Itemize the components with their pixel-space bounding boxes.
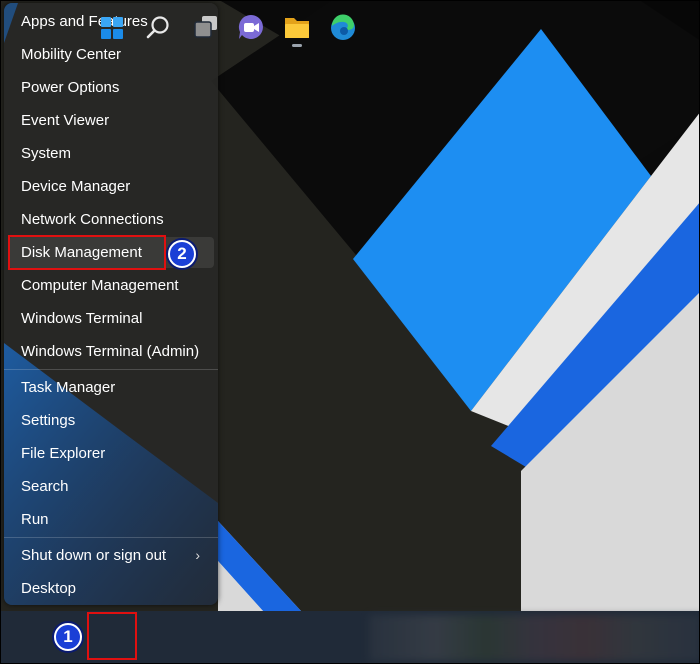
search-icon[interactable]: [138, 1, 178, 55]
menu-item-search[interactable]: Search: [8, 471, 214, 502]
edge-browser-icon[interactable]: [323, 1, 363, 55]
task-view-icon[interactable]: [186, 1, 226, 55]
menu-item-desktop[interactable]: Desktop: [8, 573, 214, 604]
menu-item-shut-down-or-sign-out[interactable]: Shut down or sign out ›: [8, 540, 214, 571]
menu-item-settings[interactable]: Settings: [8, 405, 214, 436]
menu-item-run[interactable]: Run: [8, 504, 214, 535]
disk-management-highlight-box: [8, 235, 166, 270]
menu-item-windows-terminal[interactable]: Windows Terminal: [8, 303, 214, 334]
menu-item-event-viewer[interactable]: Event Viewer: [8, 105, 214, 136]
menu-separator: [4, 369, 218, 370]
file-explorer-icon[interactable]: [277, 1, 317, 55]
menu-item-label: Shut down or sign out: [21, 547, 167, 564]
menu-item-file-explorer[interactable]: File Explorer: [8, 438, 214, 469]
start-button-highlight-box: [87, 612, 137, 660]
teams-chat-icon[interactable]: [231, 1, 271, 55]
chevron-right-icon: ›: [195, 547, 200, 563]
windows-start-icon[interactable]: [92, 1, 132, 55]
winx-context-menu: Apps and Features Mobility Center Power …: [4, 3, 218, 605]
step-2-badge: 2: [168, 240, 196, 268]
menu-item-network-connections[interactable]: Network Connections: [8, 204, 214, 235]
menu-item-windows-terminal-admin[interactable]: Windows Terminal (Admin): [8, 336, 214, 367]
menu-item-system[interactable]: System: [8, 138, 214, 169]
blurred-taskbar-area: [369, 615, 699, 661]
menu-item-task-manager[interactable]: Task Manager: [8, 372, 214, 403]
menu-separator: [4, 537, 218, 538]
step-1-badge: 1: [54, 623, 82, 651]
menu-item-computer-management[interactable]: Computer Management: [8, 270, 214, 301]
menu-item-device-manager[interactable]: Device Manager: [8, 171, 214, 202]
menu-item-power-options[interactable]: Power Options: [8, 72, 214, 103]
screenshot-frame: Apps and Features Mobility Center Power …: [0, 0, 700, 664]
